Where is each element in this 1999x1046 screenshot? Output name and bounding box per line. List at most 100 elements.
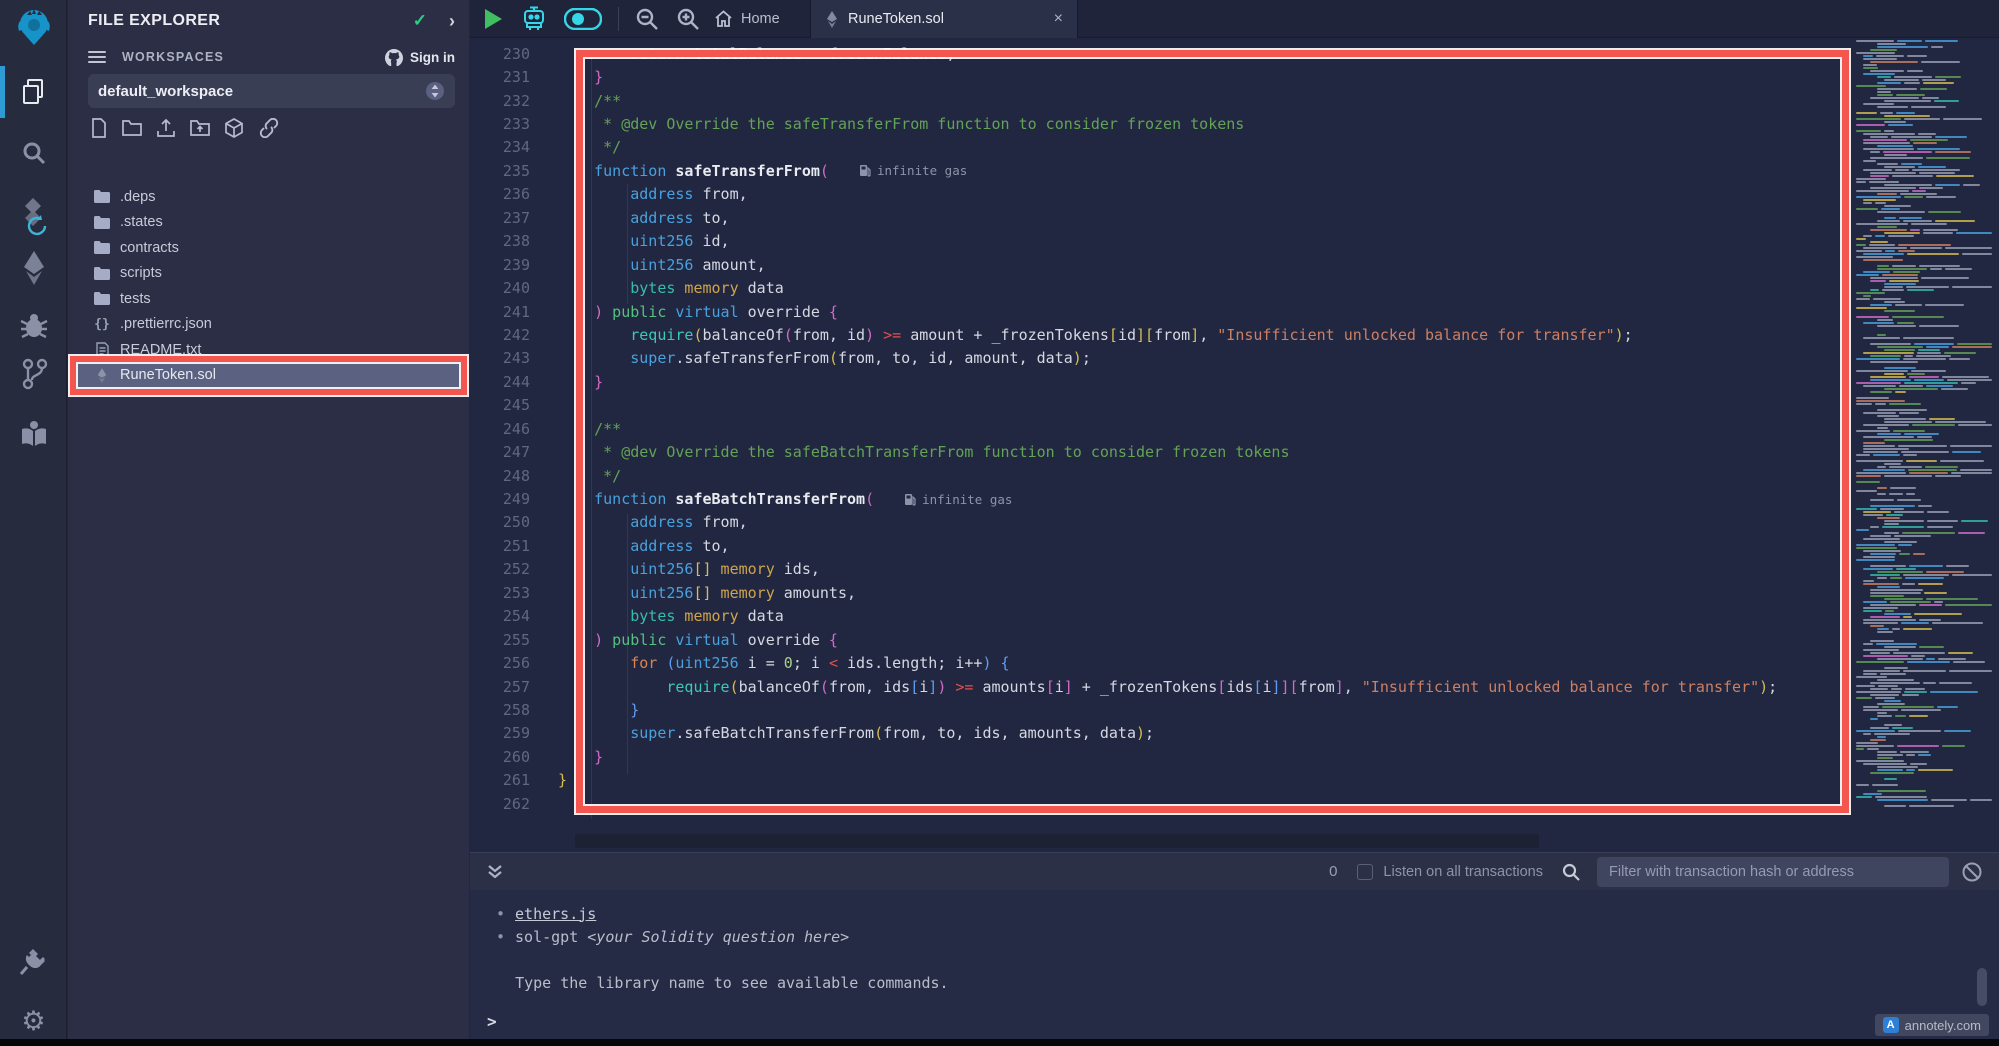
- panel-title: FILE EXPLORER: [88, 12, 413, 30]
- tree-item-scripts[interactable]: scripts: [68, 261, 469, 287]
- solidity-compiler-icon[interactable]: [0, 192, 67, 244]
- code-editor[interactable]: 230 return totalBalance - frozenBalance;…: [470, 39, 1999, 852]
- transaction-count: 0: [1329, 863, 1337, 880]
- terminal-line: [488, 948, 1999, 971]
- watermark: A annotely.com: [1875, 1014, 1989, 1036]
- code-line: 233 * @dev Override the safeTransferFrom…: [470, 112, 1855, 135]
- tab-home[interactable]: Home: [698, 0, 796, 38]
- code-line: 242 require(balanceOf(from, id) >= amoun…: [470, 323, 1855, 346]
- tree-item--prettierrc-json[interactable]: {} .prettierrc.json: [68, 312, 469, 338]
- tree-item-label: README.txt: [120, 342, 201, 358]
- tab-runetoken[interactable]: RuneToken.sol ×: [810, 0, 1078, 38]
- cube-icon[interactable]: [224, 118, 244, 138]
- source-control-icon[interactable]: [0, 354, 67, 394]
- line-number: 252: [470, 560, 558, 578]
- clear-console-icon[interactable]: [1961, 861, 1983, 883]
- line-number: 232: [470, 92, 558, 110]
- tab-close-icon[interactable]: ×: [1054, 10, 1063, 28]
- new-file-icon[interactable]: [90, 118, 108, 138]
- code-line: 247 * @dev Override the safeBatchTransfe…: [470, 440, 1855, 463]
- tree-item--deps[interactable]: .deps: [68, 184, 469, 210]
- run-script-icon[interactable]: [482, 7, 504, 31]
- tree-item-label: contracts: [120, 240, 179, 256]
- file-toolbar: [90, 118, 280, 138]
- terminal-line: •ethers.js: [488, 902, 1999, 925]
- annotely-logo: A: [1883, 1017, 1899, 1033]
- gas-estimate-badge: infinite gas: [904, 492, 1012, 507]
- braces-icon: {}: [94, 317, 110, 332]
- tree-item--states[interactable]: .states: [68, 210, 469, 236]
- terminal-link[interactable]: ethers.js: [515, 905, 596, 923]
- workspace-select[interactable]: default_workspace: [88, 74, 455, 108]
- line-number: 259: [470, 724, 558, 742]
- code-line: 250 address from,: [470, 511, 1855, 534]
- folder-icon: [94, 292, 110, 305]
- tab-label: RuneToken.sol: [848, 11, 944, 27]
- line-number: 247: [470, 443, 558, 461]
- link-icon[interactable]: [258, 118, 280, 138]
- editor-topbar: Home RuneToken.sol ×: [470, 0, 1999, 38]
- code-line: 235 function safeTransferFrom(infinite g…: [470, 159, 1855, 182]
- zoom-out-icon[interactable]: [635, 7, 660, 32]
- listen-checkbox[interactable]: [1357, 864, 1373, 880]
- line-number: 249: [470, 490, 558, 508]
- line-number: 238: [470, 232, 558, 250]
- line-number: 244: [470, 373, 558, 391]
- line-number: 237: [470, 209, 558, 227]
- minimap[interactable]: [1856, 40, 1992, 814]
- deploy-run-icon[interactable]: [0, 248, 67, 288]
- line-number: 248: [470, 467, 558, 485]
- search-icon[interactable]: [0, 134, 67, 172]
- solidity-file-icon: [94, 368, 110, 383]
- code-line: 241 ) public virtual override {: [470, 300, 1855, 323]
- file-explorer-icon[interactable]: [0, 72, 67, 112]
- sign-in-button[interactable]: Sign in: [384, 48, 455, 66]
- code-line: 256 for (uint256 i = 0; i < ids.length; …: [470, 651, 1855, 674]
- plugin-manager-icon[interactable]: [0, 942, 67, 982]
- learneth-icon[interactable]: [0, 414, 67, 454]
- code-line: 234 */: [470, 136, 1855, 159]
- workspaces-menu-icon[interactable]: [88, 51, 106, 63]
- tree-item-tests[interactable]: tests: [68, 286, 469, 312]
- tree-item-label: .deps: [120, 189, 155, 205]
- code-line: 260 }: [470, 745, 1855, 768]
- upload-folder-icon[interactable]: [190, 118, 210, 136]
- code-line: 240 bytes memory data: [470, 276, 1855, 299]
- terminal-scrollbar[interactable]: [1977, 968, 1987, 1006]
- code-line: 236 address from,: [470, 183, 1855, 206]
- line-number: 233: [470, 115, 558, 133]
- code-line: 248 */: [470, 464, 1855, 487]
- tree-item-label: .prettierrc.json: [120, 316, 212, 332]
- upload-file-icon[interactable]: [156, 118, 176, 138]
- line-number: 255: [470, 631, 558, 649]
- line-number: 241: [470, 303, 558, 321]
- horizontal-scrollbar[interactable]: [575, 834, 1539, 848]
- terminal-collapse-icon[interactable]: [486, 863, 504, 881]
- tree-item-readme-txt[interactable]: README.txt: [68, 337, 469, 363]
- new-folder-icon[interactable]: [122, 118, 142, 136]
- line-number: 260: [470, 748, 558, 766]
- remix-logo[interactable]: [0, 6, 67, 48]
- filter-input[interactable]: [1597, 857, 1949, 887]
- chevron-right-icon[interactable]: ›: [449, 11, 455, 32]
- listen-toggle[interactable]: Listen on all transactions: [1357, 864, 1543, 880]
- settings-icon[interactable]: ⚙: [0, 1002, 67, 1040]
- code-line: 253 uint256[] memory amounts,: [470, 581, 1855, 604]
- solidity-file-icon: [825, 11, 839, 28]
- code-line: 243 super.safeTransferFrom(from, to, id,…: [470, 347, 1855, 370]
- code-line: 249 function safeBatchTransferFrom(infin…: [470, 487, 1855, 510]
- terminal-line: Type the library name to see available c…: [488, 971, 1999, 994]
- tree-item-runetoken-sol[interactable]: RuneToken.sol: [68, 363, 469, 389]
- tab-home-label: Home: [741, 11, 780, 27]
- terminal-prompt[interactable]: >: [487, 1012, 497, 1031]
- tree-item-contracts[interactable]: contracts: [68, 235, 469, 261]
- code-lines: 230 return totalBalance - frozenBalance;…: [470, 42, 1855, 815]
- line-number: 250: [470, 513, 558, 531]
- ai-assistant-icon[interactable]: [520, 6, 548, 32]
- folder-icon: [94, 241, 110, 254]
- debugger-icon[interactable]: [0, 306, 67, 346]
- ai-toggle[interactable]: [564, 8, 602, 30]
- code-line: 251 address to,: [470, 534, 1855, 557]
- line-number: 258: [470, 701, 558, 719]
- terminal-line: •sol-gpt <your Solidity question here>: [488, 925, 1999, 948]
